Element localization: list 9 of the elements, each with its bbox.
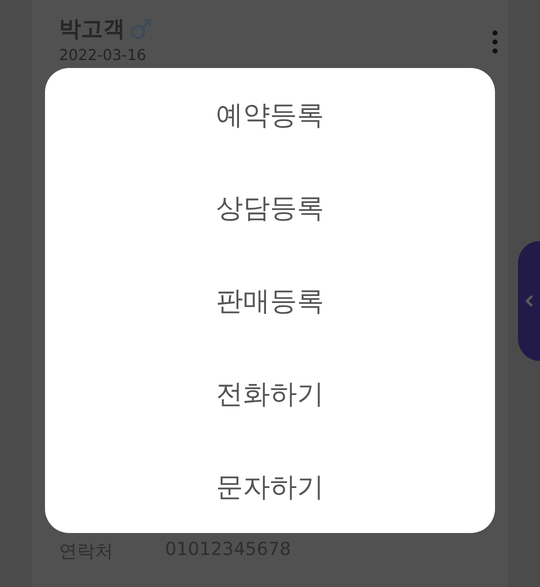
chevron-left-icon <box>524 294 534 308</box>
menu-item[interactable]: 전화하기 <box>45 356 495 432</box>
side-panel-tab[interactable] <box>518 241 540 361</box>
male-symbol-icon <box>129 17 153 41</box>
more-options-icon[interactable] <box>492 30 498 54</box>
menu-item[interactable]: 예약등록 <box>45 76 495 152</box>
menu-item[interactable]: 문자하기 <box>45 448 495 524</box>
menu-item[interactable]: 상담등록 <box>45 170 495 246</box>
menu-item[interactable]: 판매등록 <box>45 262 495 338</box>
